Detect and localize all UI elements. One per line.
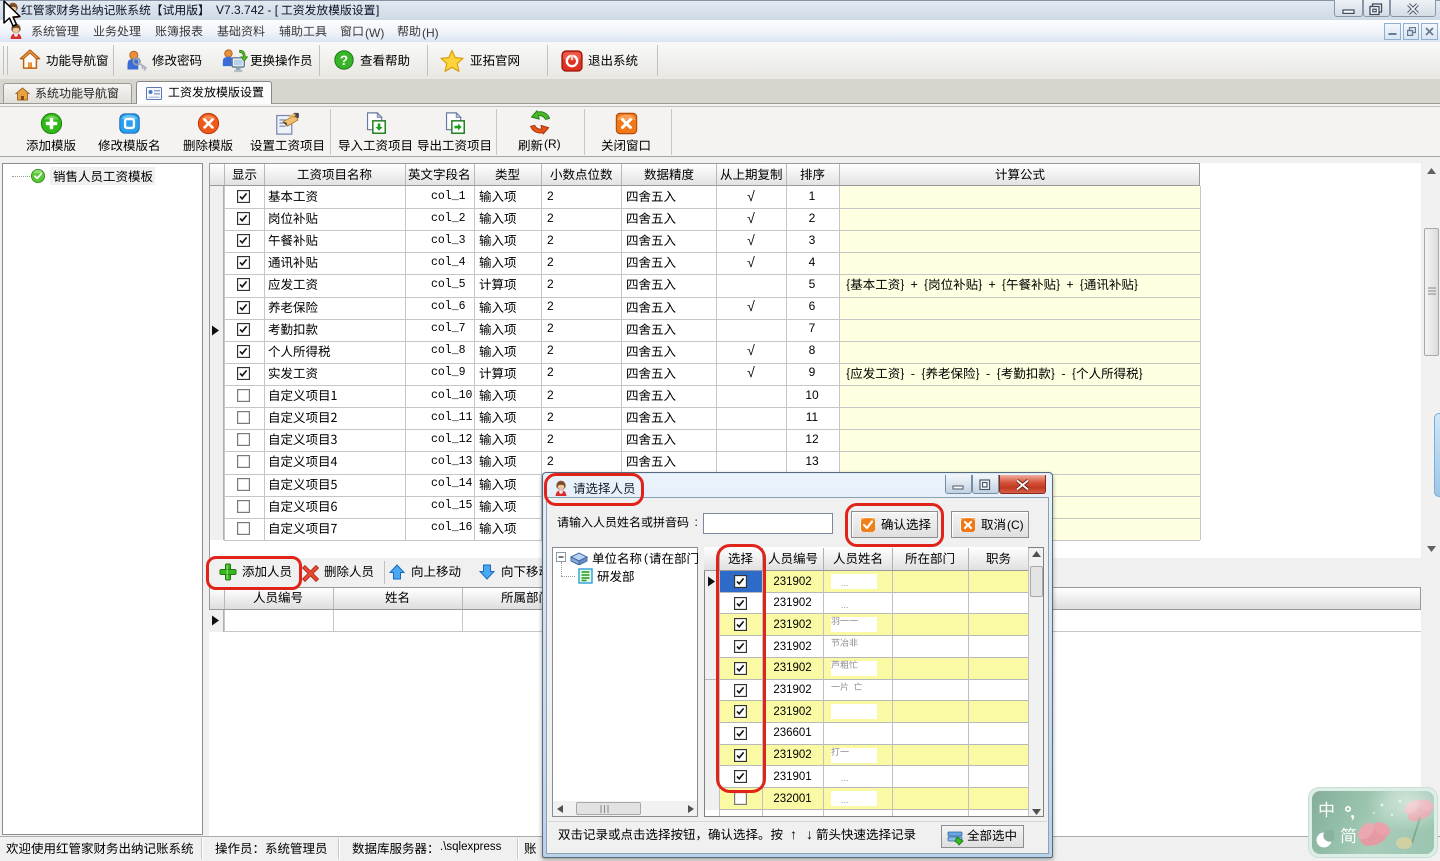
- svg-text:?: ?: [340, 53, 348, 68]
